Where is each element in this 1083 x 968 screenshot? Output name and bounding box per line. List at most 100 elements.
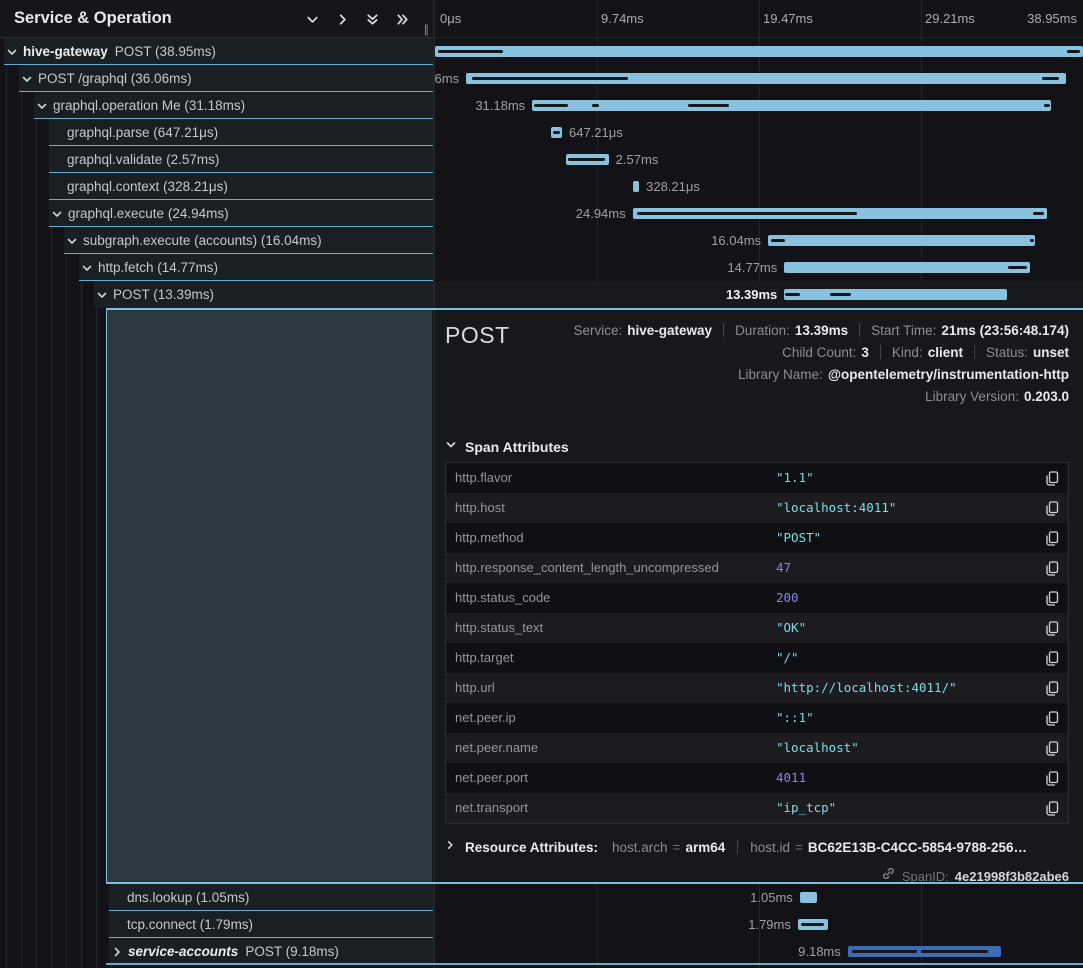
copy-icon[interactable] [1045, 741, 1059, 756]
span-bar-row[interactable]: 13.39ms [435, 281, 1083, 308]
span-duration-label: 2.57ms [616, 146, 659, 173]
attribute-value: "/" [776, 643, 799, 673]
span-row[interactable]: tcp.connect (1.79ms) [0, 911, 433, 938]
child-span-marker [534, 104, 568, 107]
chevron-down-icon [445, 438, 465, 456]
expander-chevron-down-icon[interactable] [81, 262, 98, 274]
operation-label: graphql.execute (24.94ms) [68, 206, 229, 221]
span-detail-indent-panel [106, 310, 432, 882]
copy-icon[interactable] [1045, 771, 1059, 786]
span-attributes-toggle[interactable]: Span Attributes [445, 438, 569, 456]
expander-chevron-down-icon[interactable] [6, 46, 23, 58]
copy-icon[interactable] [1045, 651, 1059, 666]
child-span-marker [771, 239, 786, 242]
span-duration-bar[interactable] [466, 73, 1066, 84]
span-duration-bar[interactable] [551, 127, 562, 138]
collapse-all-double-chevron-right-icon[interactable] [393, 10, 411, 28]
resource-key: host.arch [612, 840, 668, 855]
overview-value: 13.39ms [795, 323, 848, 338]
attribute-row: http.status_text"OK" [446, 613, 1068, 643]
span-bar-row[interactable]: 36.06ms [435, 65, 1083, 92]
copy-icon[interactable] [1045, 591, 1059, 606]
span-row[interactable]: subgraph.execute (accounts) (16.04ms) [0, 227, 433, 254]
span-bar-row[interactable]: 16.04ms [435, 227, 1083, 254]
expander-chevron-down-icon[interactable] [36, 100, 53, 112]
child-span-marker [553, 131, 560, 134]
copy-icon[interactable] [1045, 711, 1059, 726]
attribute-row: http.status_code200 [446, 583, 1068, 613]
timeline-header: 0μs 9.74ms 19.47ms 29.21ms 38.95ms [435, 0, 1083, 38]
attribute-row: http.response_content_length_uncompresse… [446, 553, 1068, 583]
span-duration-bar[interactable] [633, 181, 639, 192]
span-duration-bar[interactable] [435, 46, 1083, 57]
copy-icon[interactable] [1045, 501, 1059, 516]
span-row[interactable]: hive-gatewayPOST (38.95ms) [0, 38, 433, 65]
child-span-marker [1030, 239, 1033, 242]
resource-attributes-title: Resource Attributes: [465, 840, 598, 855]
overview-label: Child Count: [782, 345, 856, 360]
expander-chevron-right-icon[interactable] [111, 946, 128, 958]
span-row[interactable]: graphql.validate (2.57ms) [0, 146, 433, 173]
span-duration-bar[interactable] [848, 946, 1001, 957]
span-row[interactable]: graphql.operation Me (31.18ms) [0, 92, 433, 119]
expander-chevron-down-icon[interactable] [66, 235, 83, 247]
span-duration-bar[interactable] [633, 208, 1048, 219]
span-duration-label: 16.04ms [711, 227, 761, 254]
span-duration-bar[interactable] [784, 289, 1007, 300]
span-row[interactable]: graphql.parse (647.21μs) [0, 119, 433, 146]
expander-chevron-down-icon[interactable] [96, 289, 113, 301]
trace-viewer: Service & Operation ∥ 0μs 9.74ms 19.47ms… [0, 0, 1083, 968]
operation-label: graphql.operation Me (31.18ms) [53, 98, 245, 113]
span-bar-row[interactable]: 1.05ms [435, 884, 1083, 911]
copy-icon[interactable] [1045, 681, 1059, 696]
span-bar-row[interactable]: 2.57ms [435, 146, 1083, 173]
chevron-right-icon [445, 838, 465, 856]
span-bar-row[interactable]: 647.21μs [435, 119, 1083, 146]
expand-all-double-chevron-down-icon[interactable] [363, 10, 381, 28]
copy-icon[interactable] [1045, 561, 1059, 576]
attribute-key: http.response_content_length_uncompresse… [455, 553, 719, 583]
resource-attributes-row[interactable]: Resource Attributes: host.arch=arm64host… [445, 838, 1027, 856]
span-bar-row[interactable]: 328.21μs [435, 173, 1083, 200]
span-bar-row[interactable]: 31.18ms [435, 92, 1083, 119]
span-bar-row[interactable]: 24.94ms [435, 200, 1083, 227]
span-row[interactable]: dns.lookup (1.05ms) [0, 884, 433, 911]
span-duration-bar[interactable] [784, 262, 1030, 273]
span-row[interactable]: graphql.context (328.21μs) [0, 173, 433, 200]
span-duration-bar[interactable] [800, 892, 817, 903]
span-row[interactable]: service-accountsPOST (9.18ms) [0, 938, 433, 965]
span-bar-row[interactable]: 9.18ms [435, 938, 1083, 965]
operation-label: tcp.connect (1.79ms) [127, 917, 253, 932]
attribute-value: "ip_tcp" [776, 793, 836, 823]
span-bar-row[interactable]: 38.95ms [435, 38, 1083, 65]
expand-one-chevron-down-icon[interactable] [303, 10, 321, 28]
copy-icon[interactable] [1045, 471, 1059, 486]
span-bar-row[interactable]: 14.77ms [435, 254, 1083, 281]
attribute-key: http.target [455, 643, 514, 673]
timeline-tick-label: 0μs [440, 0, 461, 37]
span-row[interactable]: POST (13.39ms) [0, 281, 433, 308]
span-duration-bar[interactable] [768, 235, 1035, 246]
span-duration-bar[interactable] [532, 100, 1050, 111]
attribute-value: 47 [776, 553, 791, 583]
span-duration-bar[interactable] [798, 919, 828, 930]
expander-chevron-down-icon[interactable] [21, 73, 38, 85]
attribute-row: http.method"POST" [446, 523, 1068, 553]
selected-span-border [106, 308, 1083, 310]
operation-label: graphql.context (328.21μs) [67, 179, 228, 194]
span-duration-bar[interactable] [566, 154, 609, 165]
span-attributes-table: http.flavor"1.1"http.host"localhost:4011… [445, 462, 1069, 824]
copy-icon[interactable] [1045, 621, 1059, 636]
copy-icon[interactable] [1045, 801, 1059, 816]
child-span-marker [785, 293, 799, 296]
span-row[interactable]: POST /graphql (36.06ms) [0, 65, 433, 92]
column-resize-handle[interactable]: ∥ [424, 23, 431, 36]
expander-chevron-down-icon[interactable] [51, 208, 68, 220]
attribute-key: http.flavor [455, 463, 512, 493]
span-row[interactable]: http.fetch (14.77ms) [0, 254, 433, 281]
overview-divider [974, 345, 975, 359]
span-bar-row[interactable]: 1.79ms [435, 911, 1083, 938]
span-row[interactable]: graphql.execute (24.94ms) [0, 200, 433, 227]
copy-icon[interactable] [1045, 531, 1059, 546]
collapse-one-chevron-right-icon[interactable] [333, 10, 351, 28]
